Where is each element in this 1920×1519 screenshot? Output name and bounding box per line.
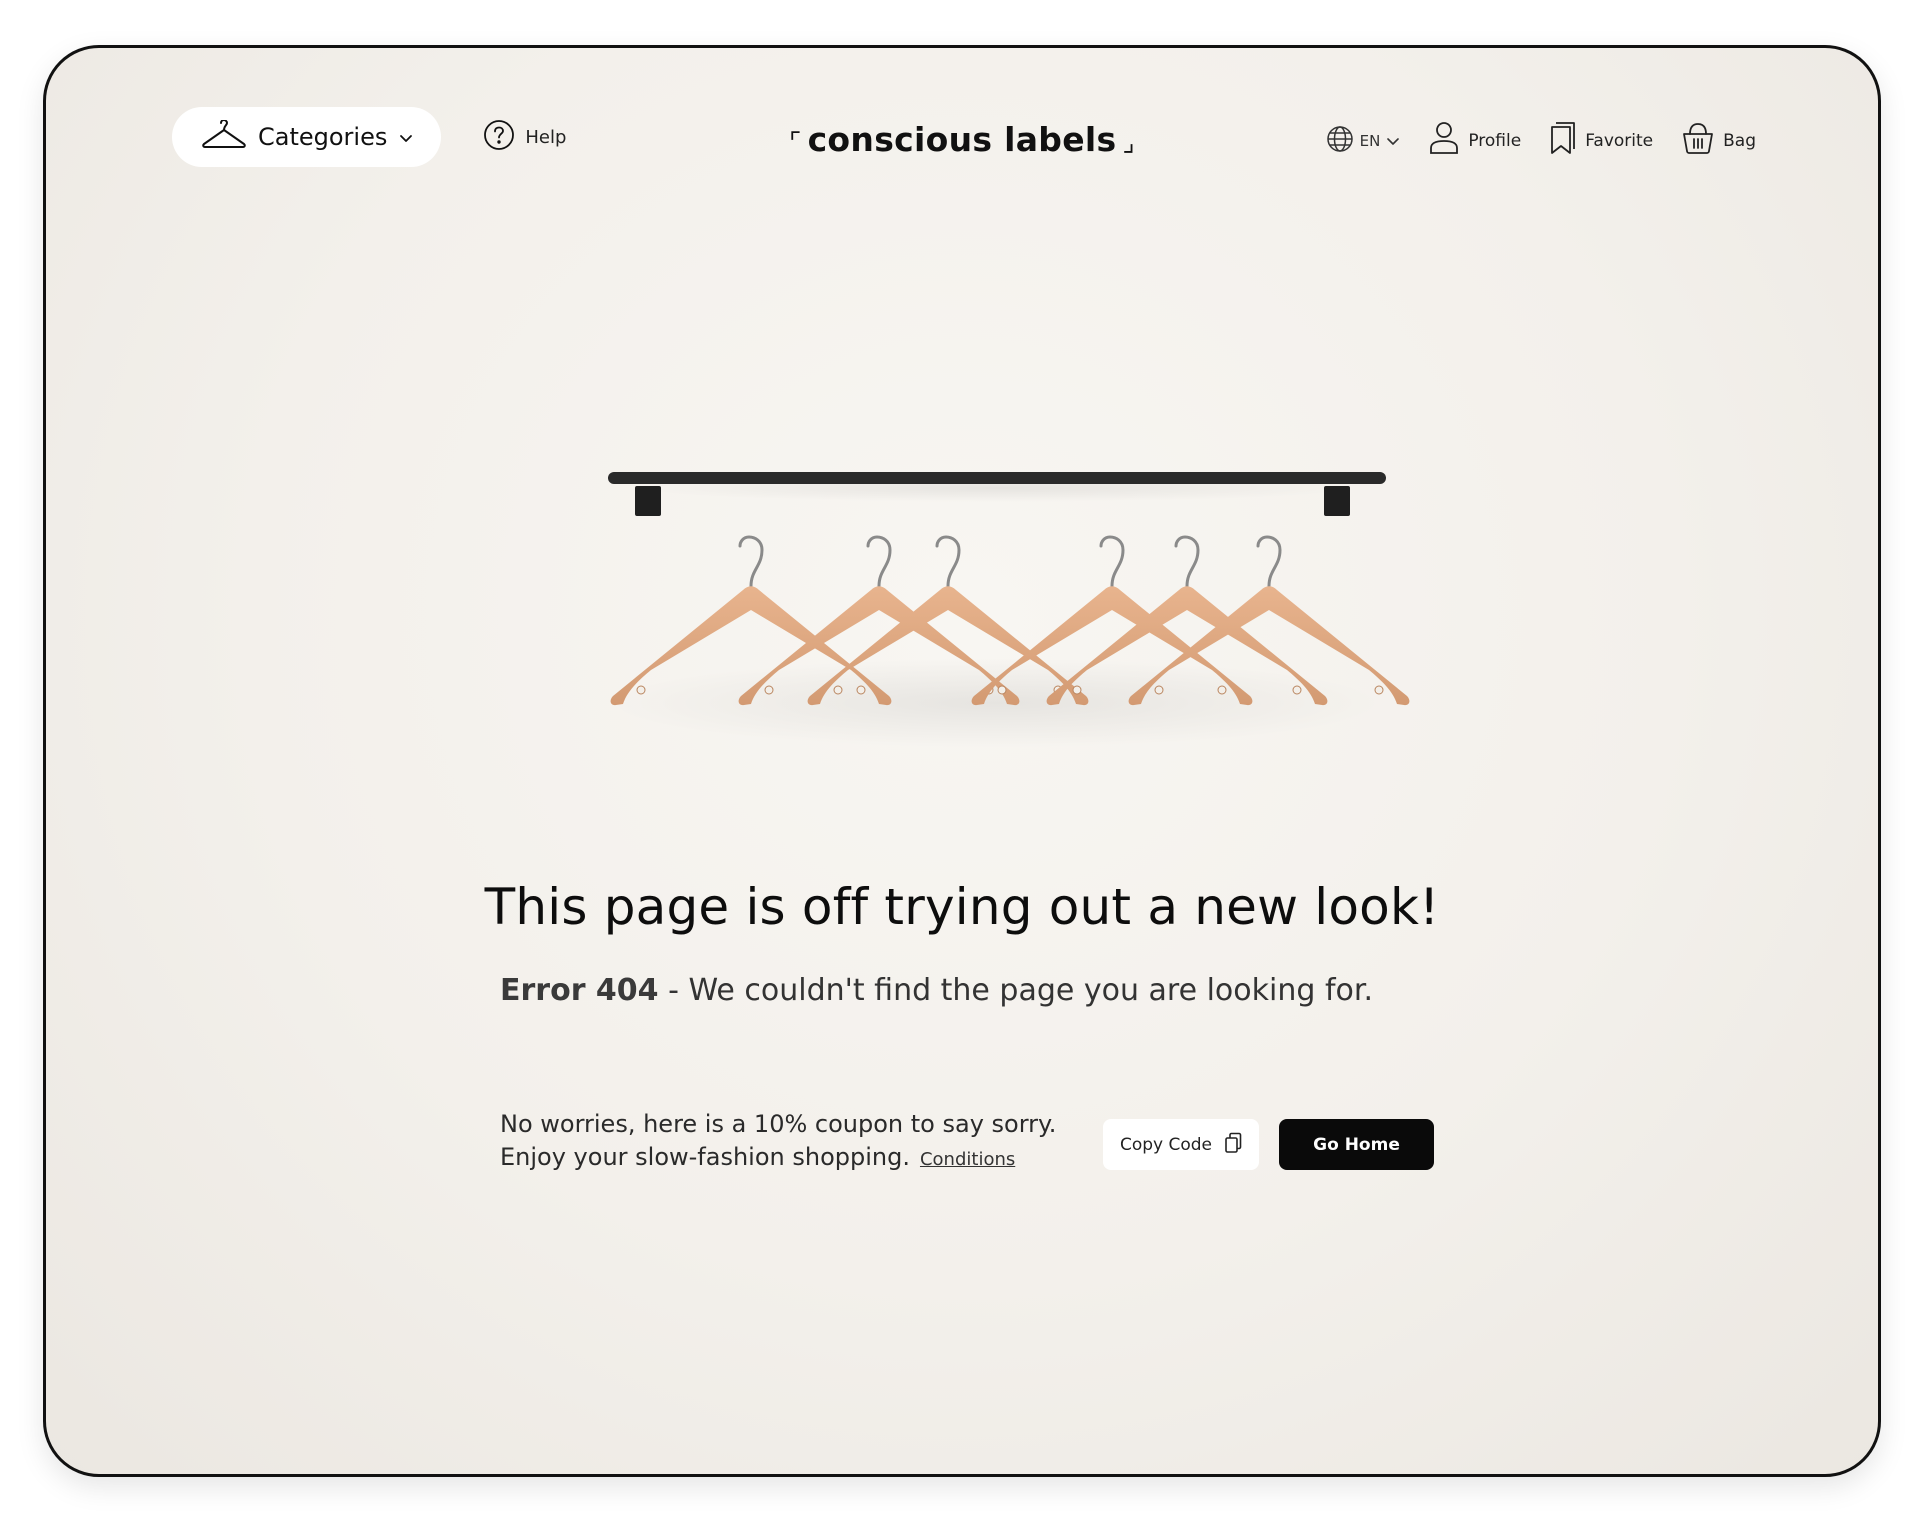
clothing-rail (608, 472, 1386, 484)
go-home-label: Go Home (1313, 1134, 1400, 1155)
rail-bracket-left (635, 486, 661, 516)
chevron-down-icon (1386, 132, 1400, 150)
globe-icon (1326, 125, 1354, 157)
basket-icon (1681, 121, 1715, 160)
language-label: EN (1359, 131, 1381, 150)
coupon-message: No worries, here is a 10% coupon to say … (500, 1108, 1056, 1176)
error-message: We couldn't find the page you are lookin… (688, 973, 1373, 1008)
coupon-line-2: Enjoy your slow-fashion shopping. Conditi… (500, 1141, 1056, 1176)
rack-shadow (606, 658, 1386, 748)
copy-icon (1224, 1132, 1242, 1158)
profile-label: Profile (1468, 130, 1522, 151)
favorite-link[interactable]: Favorite (1549, 121, 1653, 160)
profile-link[interactable]: Profile (1428, 121, 1521, 160)
bag-link[interactable]: Bag (1681, 121, 1756, 160)
logo-wordmark: conscious labels (807, 120, 1117, 159)
copy-code-button[interactable]: Copy Code (1103, 1119, 1259, 1170)
logo-close-bracket: ⌟ (1122, 128, 1135, 158)
conditions-link[interactable]: Conditions (920, 1149, 1015, 1170)
user-icon (1428, 121, 1460, 160)
language-selector[interactable]: EN (1326, 125, 1401, 157)
favorite-label: Favorite (1585, 130, 1654, 151)
copy-code-label: Copy Code (1119, 1134, 1213, 1155)
bag-label: Bag (1723, 130, 1756, 151)
logo-open-bracket: ⌜ (789, 128, 802, 158)
error-code: Error 404 (500, 973, 659, 1008)
nav-right: EN Profile Favorite Bag (1326, 121, 1756, 160)
go-home-button[interactable]: Go Home (1279, 1119, 1434, 1170)
coupon-line-2-text: Enjoy your slow-fashion shopping. (500, 1143, 910, 1171)
error-separator: - (658, 973, 689, 1008)
error-subline: Error 404 - We couldn't find the page yo… (500, 973, 1373, 1008)
error-headline: This page is off trying out a new look! (484, 878, 1440, 936)
coupon-line-1: No worries, here is a 10% coupon to say … (500, 1110, 1057, 1138)
rail-bracket-right (1324, 486, 1350, 516)
page-frame: Categories Help ⌜ conscious labels ⌟ EN … (43, 45, 1881, 1477)
bookmark-icon (1549, 121, 1577, 160)
hanger-rack-illustration (606, 472, 1411, 748)
